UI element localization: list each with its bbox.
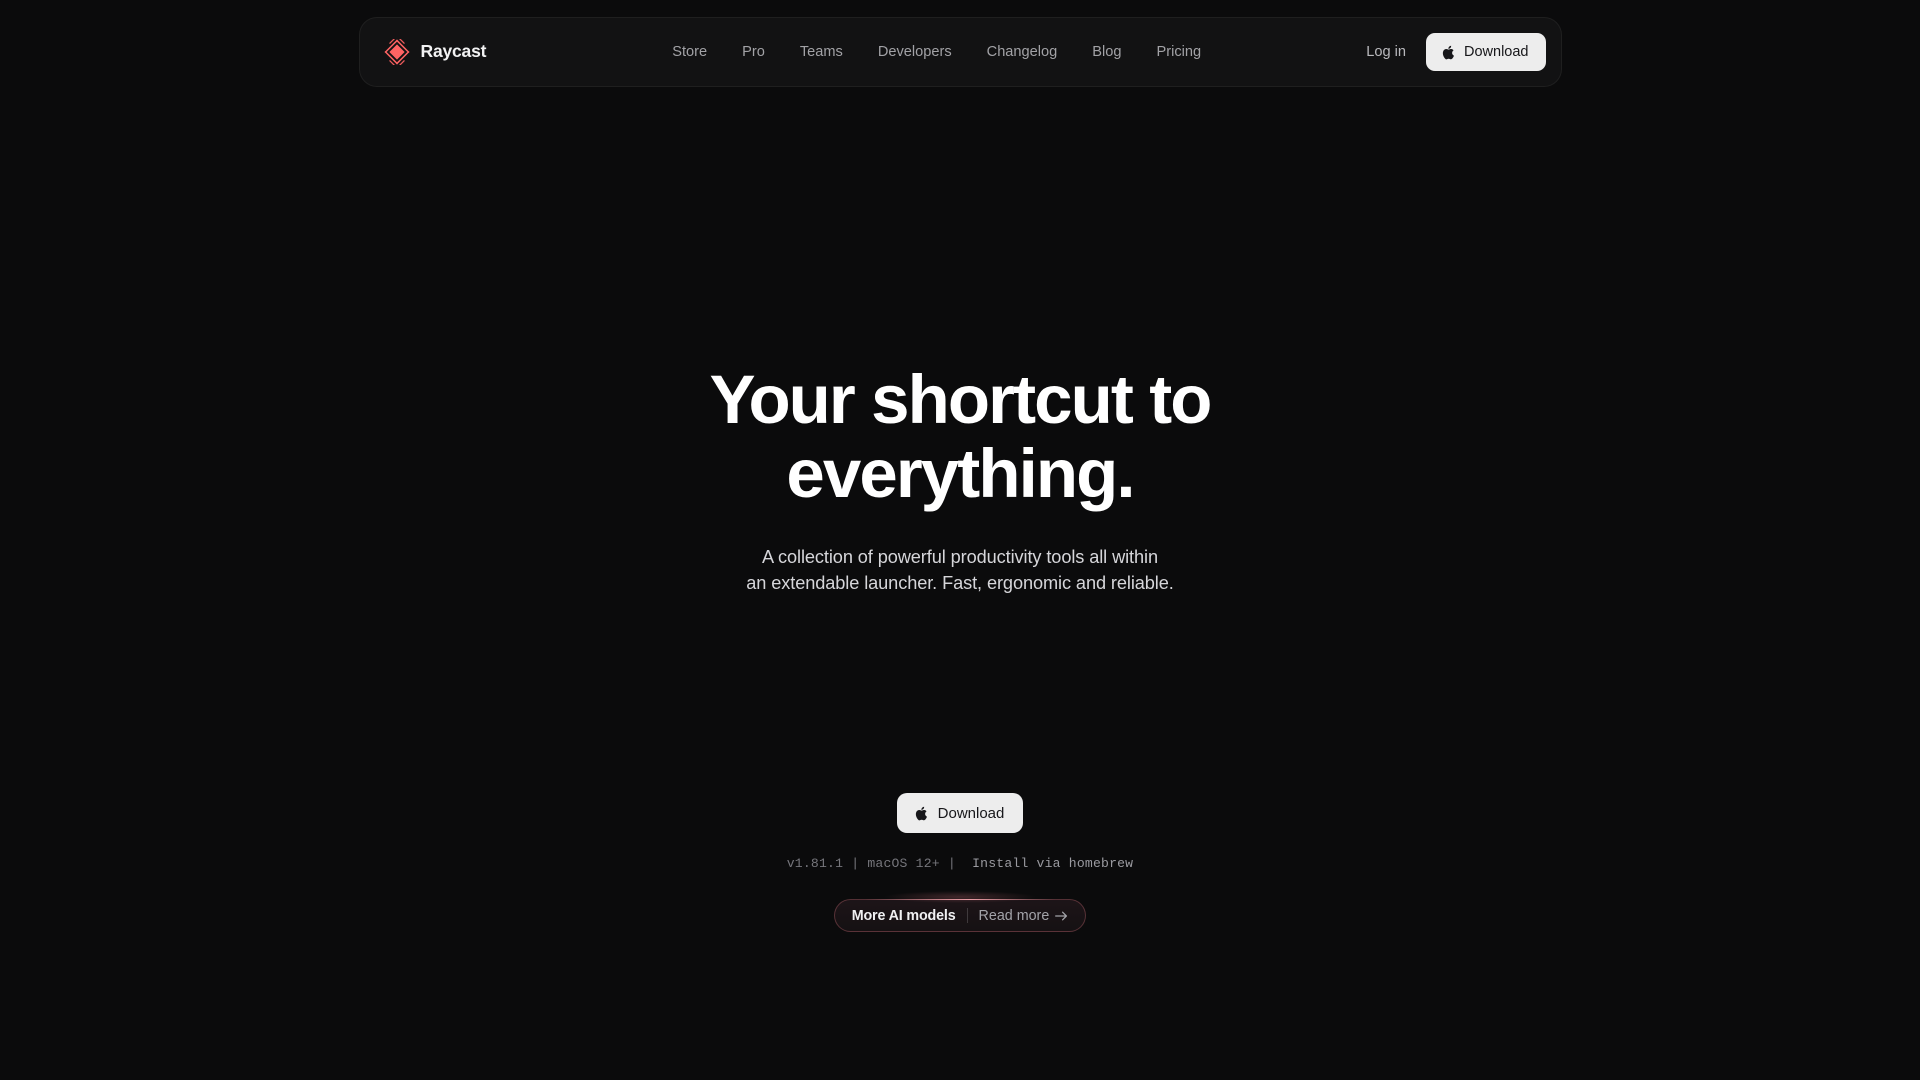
badge-divider (966, 908, 968, 924)
hero-subtitle-line-1: A collection of powerful productivity to… (762, 546, 1158, 567)
hero-title-line-1: Your shortcut to (709, 361, 1212, 438)
ai-badge-cta-label: Read more (978, 907, 1050, 924)
ai-badge-cta: Read more (978, 907, 1069, 924)
homebrew-install-link[interactable]: Install via homebrew (972, 856, 1133, 871)
meta-separator-1: | (843, 856, 868, 872)
hero-title-line-2: everything. (786, 434, 1135, 512)
apple-icon (913, 805, 928, 822)
hero-download-label: Download (937, 804, 1005, 822)
ai-models-badge[interactable]: More AI models Read more (833, 891, 1087, 933)
ai-badge-title: More AI models (851, 907, 956, 924)
hero-download-button[interactable]: Download (896, 793, 1024, 834)
meta-separator-2: | (939, 856, 973, 872)
ai-badge-container: More AI models Read more (833, 891, 1087, 933)
hero-subtitle: A collection of powerful productivity to… (640, 544, 1280, 598)
hero-section: Your shortcut to everything. A collectio… (0, 0, 1920, 1080)
hero-meta: v1.81.1 | macOS 12+ | Install via homebr… (787, 856, 1134, 871)
arrow-right-icon (1055, 911, 1068, 921)
page-title: Your shortcut to everything. (550, 363, 1370, 511)
app-version: v1.81.1 (786, 856, 844, 872)
platform-requirement: macOS 12+ (867, 856, 940, 872)
hero-subtitle-line-2: an extendable launcher. Fast, ergonomic … (746, 573, 1174, 594)
